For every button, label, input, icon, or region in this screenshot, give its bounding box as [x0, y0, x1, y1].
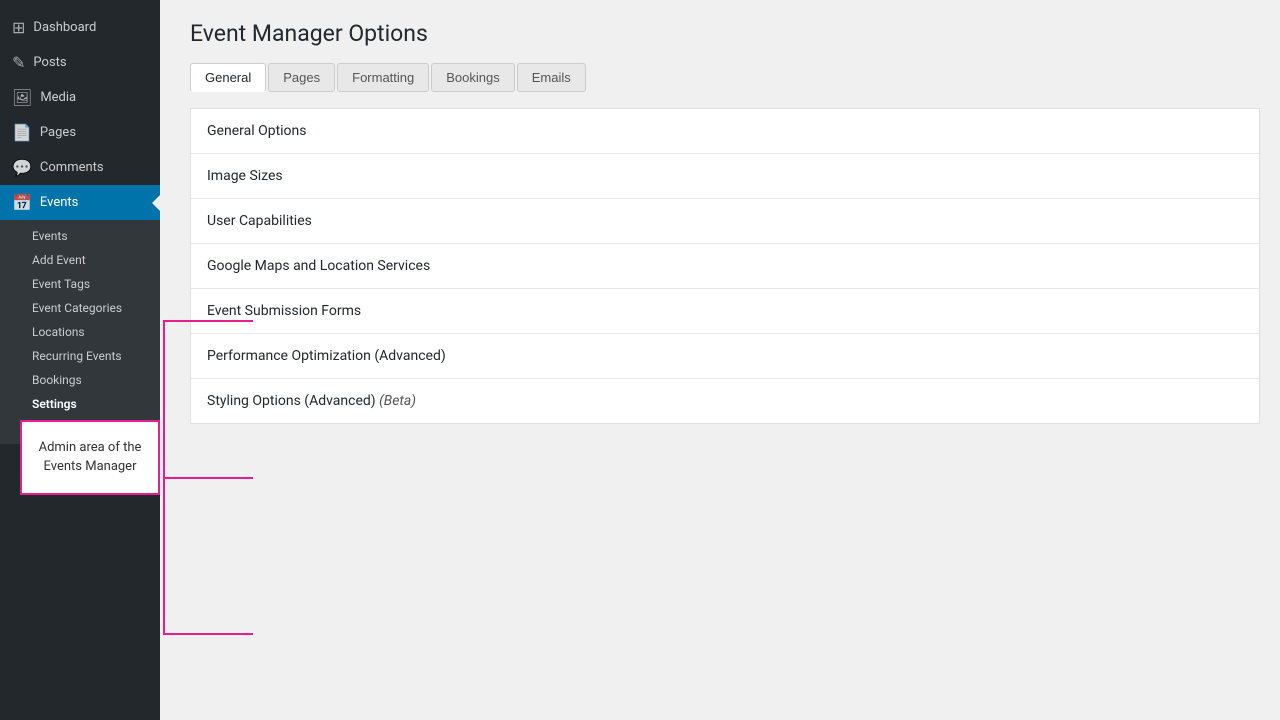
- posts-icon: ✎: [12, 53, 25, 72]
- media-icon: 🖼: [12, 88, 32, 107]
- sidebar-item-label-comments: Comments: [40, 160, 104, 175]
- section-user-capabilities[interactable]: User Capabilities: [191, 199, 1259, 244]
- sidebar-submenu: EventsAdd EventEvent TagsEvent Categorie…: [0, 220, 160, 444]
- sidebar-item-label-posts: Posts: [33, 55, 66, 70]
- sidebar-submenu-item-recurring-events[interactable]: Recurring Events: [0, 344, 160, 368]
- section-event-submission[interactable]: Event Submission Forms: [191, 289, 1259, 334]
- tab-formatting[interactable]: Formatting: [337, 63, 429, 92]
- sidebar-item-dashboard[interactable]: ⊞ Dashboard: [0, 10, 160, 45]
- sidebar-submenu-item-locations[interactable]: Locations: [0, 320, 160, 344]
- admin-annotation: Admin area of the Events Manager: [20, 420, 160, 495]
- sidebar-item-label-events: Events: [40, 195, 78, 210]
- comments-icon: 💬: [12, 158, 32, 177]
- tab-pages[interactable]: Pages: [268, 63, 335, 92]
- section-general-options[interactable]: General Options: [191, 109, 1259, 154]
- bracket-container: [163, 320, 253, 635]
- dashboard-icon: ⊞: [12, 18, 25, 37]
- sidebar-submenu-item-events-list[interactable]: Events: [0, 224, 160, 248]
- tab-general[interactable]: General: [190, 63, 266, 92]
- section-styling-italic: (Beta): [379, 393, 416, 409]
- events-icon: 📅: [12, 193, 32, 212]
- sidebar-item-posts[interactable]: ✎ Posts: [0, 45, 160, 80]
- sidebar-submenu-item-settings[interactable]: Settings: [0, 392, 160, 416]
- sidebar-submenu-item-add-event[interactable]: Add Event: [0, 248, 160, 272]
- sidebar: ⊞ Dashboard ✎ Posts 🖼 Media 📄 Pages 💬 Comments 📅 Ev…: [0, 0, 160, 720]
- sidebar-item-label-pages: Pages: [40, 125, 76, 140]
- sidebar-item-comments[interactable]: 💬 Comments: [0, 150, 160, 185]
- main-content: Event Manager Options GeneralPagesFormat…: [160, 0, 1280, 720]
- sidebar-item-pages[interactable]: 📄 Pages: [0, 115, 160, 150]
- section-image-sizes[interactable]: Image Sizes: [191, 154, 1259, 199]
- sidebar-submenu-item-event-tags[interactable]: Event Tags: [0, 272, 160, 296]
- sidebar-submenu-item-event-categories[interactable]: Event Categories: [0, 296, 160, 320]
- sidebar-item-events[interactable]: 📅 Events: [0, 185, 160, 220]
- pages-icon: 📄: [12, 123, 32, 142]
- content-area: General OptionsImage SizesUser Capabilit…: [190, 108, 1260, 424]
- tabs-container: GeneralPagesFormattingBookingsEmails: [190, 63, 1260, 92]
- tab-bookings[interactable]: Bookings: [431, 63, 514, 92]
- bracket-top: [163, 320, 253, 322]
- sidebar-submenu-item-bookings[interactable]: Bookings: [0, 368, 160, 392]
- section-google-maps[interactable]: Google Maps and Location Services: [191, 244, 1259, 289]
- sidebar-item-label-media: Media: [40, 90, 76, 105]
- sidebar-item-media[interactable]: 🖼 Media: [0, 80, 160, 115]
- sidebar-item-label-dashboard: Dashboard: [33, 20, 96, 35]
- bracket-bottom: [163, 633, 253, 635]
- section-styling[interactable]: Styling Options (Advanced) (Beta): [191, 379, 1259, 423]
- tab-emails[interactable]: Emails: [517, 63, 586, 92]
- section-performance[interactable]: Performance Optimization (Advanced): [191, 334, 1259, 379]
- page-title: Event Manager Options: [190, 20, 1260, 47]
- bracket-horizontal: [163, 477, 253, 479]
